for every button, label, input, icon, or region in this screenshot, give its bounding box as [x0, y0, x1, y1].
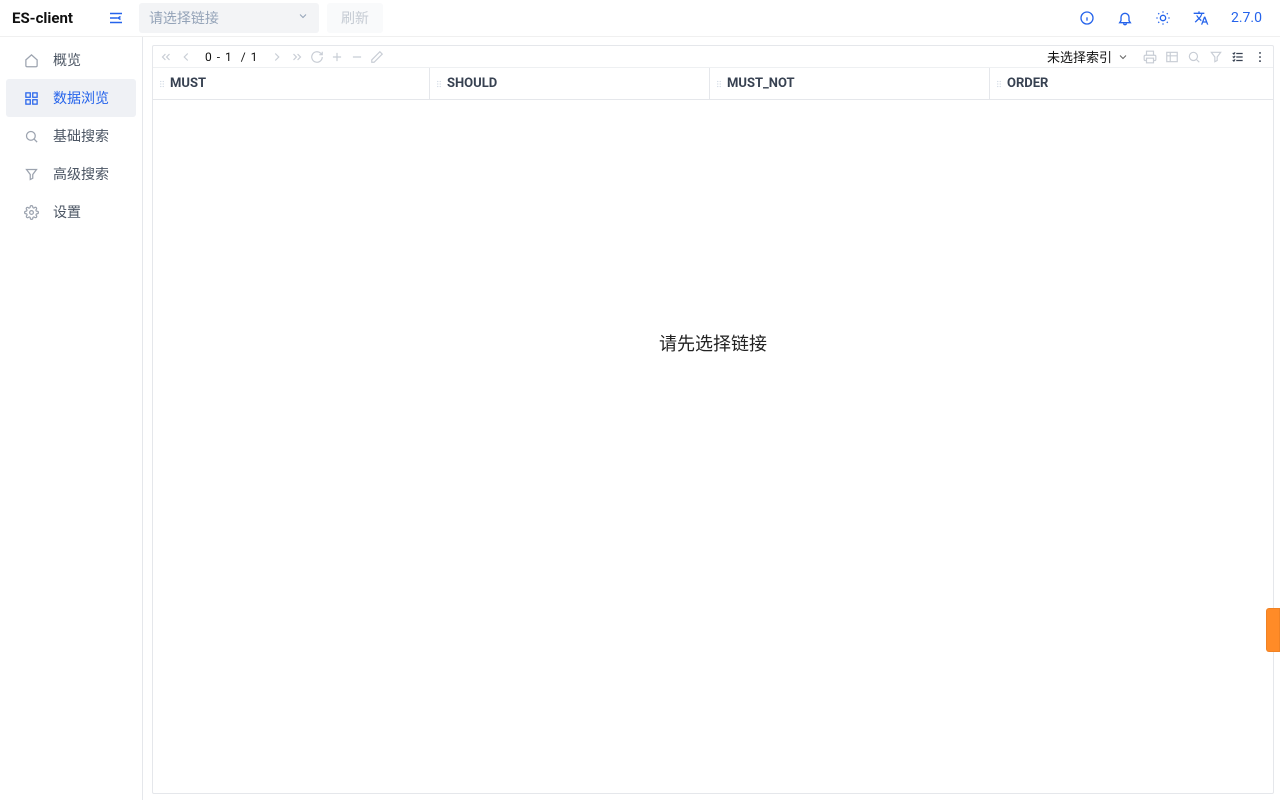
empty-state: 请先选择链接: [153, 100, 1273, 793]
sidebar-item-overview[interactable]: 概览: [6, 41, 136, 79]
sidebar-item-label: 概览: [53, 50, 81, 70]
column-header-order[interactable]: ORDER: [990, 68, 1273, 99]
chevron-down-icon: [1117, 51, 1129, 63]
sidebar-item-label: 高级搜索: [53, 164, 109, 184]
empty-message: 请先选择链接: [659, 330, 767, 356]
connection-select-placeholder: 请选择链接: [149, 8, 219, 28]
filter-small-icon[interactable]: [1209, 50, 1223, 64]
list-check-icon[interactable]: [1231, 50, 1245, 64]
side-drawer-handle[interactable]: [1266, 608, 1280, 652]
header-right: 2.7.0: [1079, 10, 1268, 26]
first-page-icon[interactable]: [159, 50, 173, 64]
last-page-icon[interactable]: [290, 50, 304, 64]
sidebar-item-advanced-search[interactable]: 高级搜索: [6, 155, 136, 193]
theme-icon[interactable]: [1155, 10, 1171, 26]
column-header-mustnot[interactable]: MUST_NOT: [710, 68, 990, 99]
sidebar-item-data-browse[interactable]: 数据浏览: [6, 79, 136, 117]
next-page-icon[interactable]: [270, 50, 284, 64]
grip-icon: [714, 79, 724, 89]
refresh-button[interactable]: 刷新: [327, 3, 383, 33]
grip-icon: [157, 79, 167, 89]
column-label: MUST_NOT: [727, 76, 795, 91]
gear-icon: [24, 205, 39, 220]
home-icon: [24, 53, 39, 68]
search-small-icon[interactable]: [1187, 50, 1201, 64]
column-header-must[interactable]: MUST: [153, 68, 430, 99]
main-content: 0 - 1 / 1: [143, 37, 1280, 800]
reload-icon[interactable]: [310, 50, 324, 64]
print-icon[interactable]: [1143, 50, 1157, 64]
column-header-should[interactable]: SHOULD: [430, 68, 710, 99]
prev-page-icon[interactable]: [179, 50, 193, 64]
chevron-down-icon: [297, 10, 309, 26]
index-selector-label: 未选择索引: [1047, 47, 1112, 66]
column-label: MUST: [170, 76, 206, 91]
grip-icon: [994, 79, 1004, 89]
filter-icon: [24, 167, 39, 182]
translate-icon[interactable]: [1193, 10, 1209, 26]
sidebar-item-settings[interactable]: 设置: [6, 193, 136, 231]
sidebar-item-label: 数据浏览: [53, 88, 109, 108]
page-info: 0 - 1 / 1: [205, 50, 258, 64]
search-icon: [24, 129, 39, 144]
bell-icon[interactable]: [1117, 10, 1133, 26]
version-label[interactable]: 2.7.0: [1231, 10, 1262, 26]
index-selector[interactable]: 未选择索引: [1047, 47, 1129, 66]
sidebar-collapse-button[interactable]: [107, 9, 125, 27]
grip-icon: [434, 79, 444, 89]
toolbar-right: 未选择索引: [1047, 47, 1267, 66]
sidebar-item-label: 设置: [53, 202, 81, 222]
app-logo: ES-client: [12, 9, 73, 27]
column-label: SHOULD: [447, 76, 497, 91]
column-label: ORDER: [1007, 76, 1048, 91]
minus-icon[interactable]: [350, 50, 364, 64]
sidebar-item-label: 基础搜索: [53, 126, 109, 146]
app-body: 概览 数据浏览 基础搜索 高级搜索 设置: [0, 37, 1280, 800]
data-toolbar: 0 - 1 / 1: [153, 46, 1273, 68]
sidebar-item-basic-search[interactable]: 基础搜索: [6, 117, 136, 155]
more-vertical-icon[interactable]: [1253, 50, 1267, 64]
data-panel: 0 - 1 / 1: [152, 45, 1274, 794]
connection-select[interactable]: 请选择链接: [139, 3, 319, 33]
edit-icon[interactable]: [370, 50, 384, 64]
app-header: ES-client 请选择链接 刷新 2.7.0: [0, 0, 1280, 37]
column-headers: MUST SHOULD MUST_NOT ORDER: [153, 68, 1273, 100]
info-icon[interactable]: [1079, 10, 1095, 26]
grid-icon: [24, 91, 39, 106]
sidebar: 概览 数据浏览 基础搜索 高级搜索 设置: [0, 37, 143, 800]
plus-icon[interactable]: [330, 50, 344, 64]
table-icon[interactable]: [1165, 50, 1179, 64]
